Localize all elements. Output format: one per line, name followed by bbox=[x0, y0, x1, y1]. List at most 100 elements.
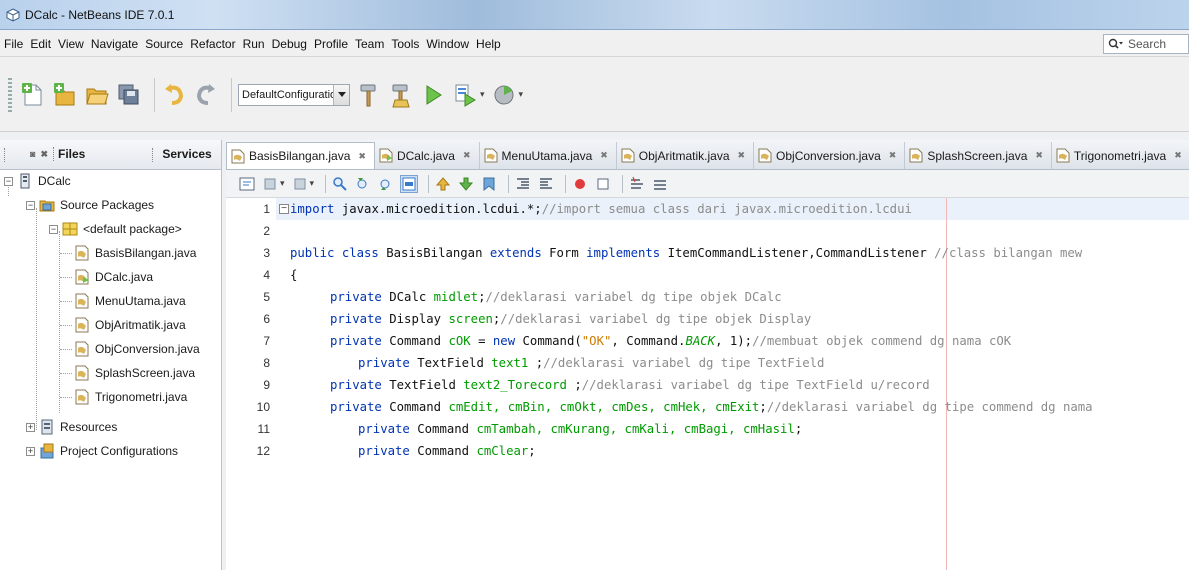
tab-services[interactable]: Services bbox=[152, 147, 212, 162]
tree-guide bbox=[60, 277, 72, 278]
menu-file[interactable]: File bbox=[4, 37, 23, 51]
shift-right-button[interactable] bbox=[537, 175, 555, 193]
java-file-icon bbox=[75, 245, 89, 261]
tree-item-source-packages[interactable]: − Source Packages bbox=[26, 194, 154, 216]
uncomment-icon bbox=[654, 179, 667, 190]
forward-dropdown-chevron-icon[interactable]: ▾ bbox=[310, 178, 315, 189]
debug-dropdown-chevron-icon[interactable]: ▾ bbox=[480, 89, 485, 100]
tree-guide bbox=[60, 349, 72, 350]
menu-window[interactable]: Window bbox=[426, 37, 469, 51]
build-button[interactable] bbox=[388, 81, 414, 109]
shift-left-button[interactable] bbox=[514, 175, 532, 193]
back-button[interactable] bbox=[261, 175, 279, 193]
menu-team[interactable]: Team bbox=[355, 37, 384, 51]
comment-button[interactable] bbox=[628, 175, 646, 193]
menu-tools[interactable]: Tools bbox=[391, 37, 419, 51]
tree-guide bbox=[60, 373, 72, 374]
collapse-icon[interactable]: − bbox=[26, 200, 35, 210]
stop-macro-button[interactable] bbox=[594, 175, 612, 193]
toggle-highlight-button[interactable] bbox=[400, 174, 419, 193]
minimize-icon[interactable]: ◙ bbox=[30, 149, 35, 159]
run-button[interactable] bbox=[420, 81, 446, 109]
tab-trigonometri[interactable]: Trigonometri.java ✖ bbox=[1052, 142, 1189, 169]
collapse-icon[interactable]: − bbox=[4, 176, 13, 186]
open-project-button[interactable] bbox=[84, 81, 110, 109]
menu-help[interactable]: Help bbox=[476, 37, 501, 51]
close-icon[interactable]: ✖ bbox=[463, 150, 471, 161]
forward-button[interactable] bbox=[291, 175, 309, 193]
toolbar-grip[interactable] bbox=[8, 77, 12, 112]
new-file-button[interactable] bbox=[20, 81, 46, 109]
back-dropdown-chevron-icon[interactable]: ▾ bbox=[280, 178, 285, 189]
tree-item-file[interactable]: ObjAritmatik.java bbox=[74, 314, 186, 336]
debug-button[interactable] bbox=[452, 81, 478, 109]
panel-grip[interactable] bbox=[4, 148, 7, 162]
menu-navigate[interactable]: Navigate bbox=[91, 37, 138, 51]
configuration-dropdown[interactable]: DefaultConfiguration bbox=[238, 83, 350, 106]
tree-item-file[interactable]: Trigonometri.java bbox=[74, 386, 187, 408]
menu-run[interactable]: Run bbox=[243, 37, 265, 51]
close-icon[interactable]: ✖ bbox=[889, 150, 897, 161]
project-tree: − DCalc − Source Packages − <default pac… bbox=[0, 170, 221, 570]
comment-token: //deklarasi variabel dg tipe objek Displ… bbox=[500, 312, 812, 326]
close-icon[interactable]: ✖ bbox=[1035, 150, 1043, 161]
line-number: 5 bbox=[263, 290, 270, 304]
source-view-button[interactable] bbox=[238, 175, 256, 193]
collapse-icon[interactable]: − bbox=[49, 224, 58, 234]
chevron-down-icon[interactable] bbox=[333, 84, 349, 105]
code-token: BasisBilangan bbox=[378, 246, 490, 260]
close-icon[interactable]: ✖ bbox=[40, 149, 48, 160]
next-bookmark-button[interactable] bbox=[457, 175, 475, 193]
start-macro-button[interactable] bbox=[571, 175, 589, 193]
tab-basisbilangan[interactable]: BasisBilangan.java ✖ bbox=[226, 142, 375, 169]
tree-item-file[interactable]: MenuUtama.java bbox=[74, 290, 186, 312]
tab-dcalc[interactable]: DCalc.java ✖ bbox=[375, 142, 480, 169]
tree-item-file[interactable]: SplashScreen.java bbox=[74, 362, 195, 384]
tree-item-project-configurations[interactable]: + Project Configurations bbox=[26, 440, 178, 462]
java-file-icon bbox=[75, 389, 89, 405]
code-token: ; bbox=[759, 400, 767, 414]
menu-view[interactable]: View bbox=[58, 37, 84, 51]
toggle-bookmark-button[interactable] bbox=[480, 175, 498, 193]
tab-files[interactable]: ◙ ✖ Files bbox=[30, 147, 85, 161]
uncomment-button[interactable] bbox=[651, 175, 669, 193]
find-previous-button[interactable] bbox=[354, 175, 372, 193]
tree-item-file[interactable]: BasisBilangan.java bbox=[74, 242, 196, 264]
tab-menuutama[interactable]: MenuUtama.java ✖ bbox=[480, 142, 617, 169]
search-field[interactable]: Search bbox=[1103, 34, 1189, 54]
menu-edit[interactable]: Edit bbox=[30, 37, 51, 51]
find-next-button[interactable] bbox=[377, 175, 395, 193]
close-icon[interactable]: ✖ bbox=[1174, 150, 1182, 161]
tree-item-project[interactable]: − DCalc bbox=[4, 170, 71, 192]
close-icon[interactable]: ✖ bbox=[358, 151, 366, 162]
keyword-token: private bbox=[358, 444, 410, 458]
previous-bookmark-button[interactable] bbox=[434, 175, 452, 193]
code-line: private Command cmClear; bbox=[290, 440, 536, 462]
tree-item-file[interactable]: ObjConversion.java bbox=[74, 338, 200, 360]
menu-source[interactable]: Source bbox=[145, 37, 183, 51]
tree-item-resources[interactable]: + Resources bbox=[26, 416, 117, 438]
java-file-icon bbox=[758, 148, 772, 163]
find-button[interactable] bbox=[331, 175, 349, 193]
undo-button[interactable] bbox=[161, 81, 187, 109]
save-all-button[interactable] bbox=[116, 81, 142, 109]
menu-refactor[interactable]: Refactor bbox=[190, 37, 235, 51]
clean-build-button[interactable] bbox=[356, 81, 382, 109]
tab-objaritmatik[interactable]: ObjAritmatik.java ✖ bbox=[617, 142, 755, 169]
redo-button[interactable] bbox=[193, 81, 219, 109]
menu-profile[interactable]: Profile bbox=[314, 37, 348, 51]
profile-button[interactable] bbox=[491, 81, 517, 109]
profile-dropdown-chevron-icon[interactable]: ▾ bbox=[519, 89, 524, 100]
expand-icon[interactable]: + bbox=[26, 446, 35, 456]
close-icon[interactable]: ✖ bbox=[600, 150, 608, 161]
tree-item-default-package[interactable]: − <default package> bbox=[49, 218, 182, 240]
close-icon[interactable]: ✖ bbox=[738, 150, 746, 161]
tab-splashscreen[interactable]: SplashScreen.java ✖ bbox=[905, 142, 1052, 169]
fold-collapse-icon[interactable]: − bbox=[279, 204, 289, 214]
new-project-button[interactable] bbox=[52, 81, 78, 109]
expand-icon[interactable]: + bbox=[26, 422, 35, 432]
menu-debug[interactable]: Debug bbox=[272, 37, 307, 51]
code-editor[interactable]: 1 2 3 4 5 6 7 8 9 10 11 12 − import java… bbox=[226, 198, 1189, 570]
tab-objconversion[interactable]: ObjConversion.java ✖ bbox=[754, 142, 906, 169]
tree-item-file[interactable]: DCalc.java bbox=[74, 266, 153, 288]
